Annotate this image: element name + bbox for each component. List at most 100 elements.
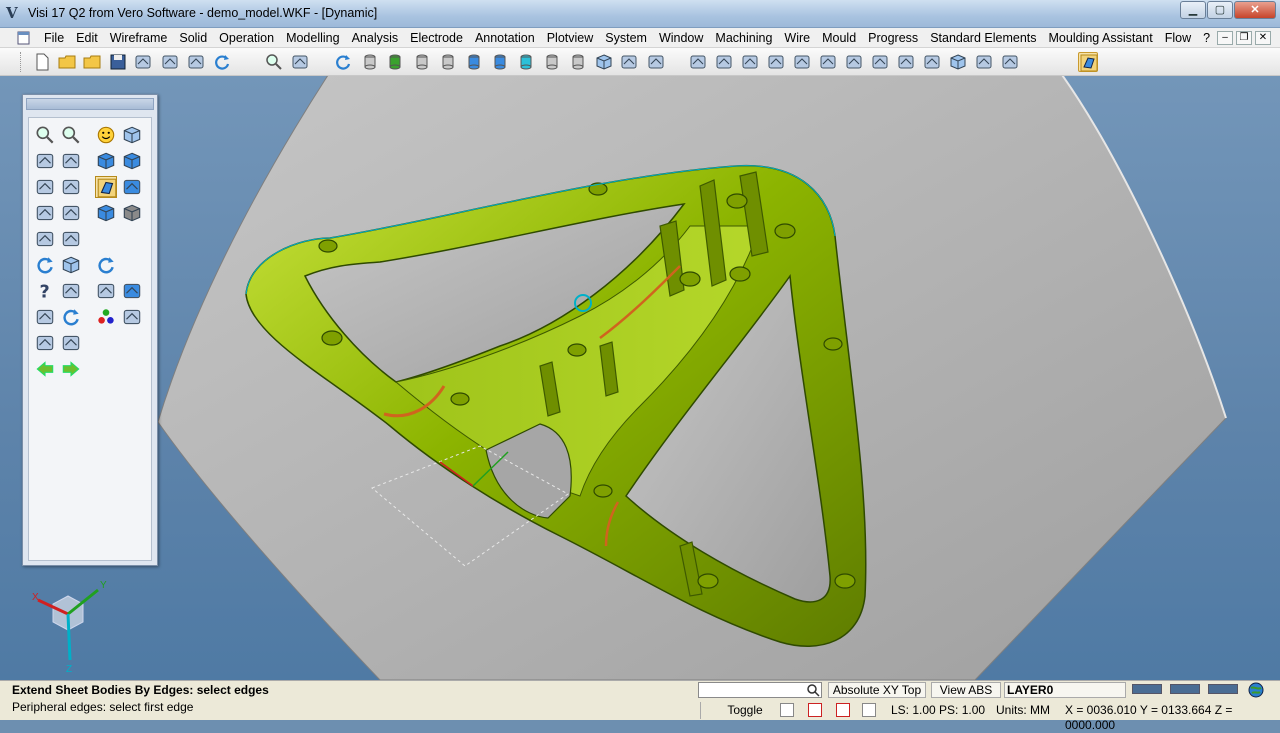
arrow-left-icon[interactable] (34, 358, 56, 380)
menu-annotation[interactable]: Annotation (469, 30, 541, 46)
cut-icon[interactable] (619, 52, 639, 72)
cylinder-blue-icon[interactable] (464, 52, 484, 72)
palette-caption-bar[interactable] (26, 98, 154, 110)
color-swatch-1[interactable] (1132, 684, 1162, 694)
maximize-button[interactable]: ▢ (1207, 1, 1233, 19)
curved-arrow-icon[interactable] (95, 254, 117, 276)
view-abs-select[interactable]: View ABS (931, 682, 1001, 698)
cylinder-green-icon[interactable] (385, 52, 405, 72)
arrows-blue-icon[interactable] (121, 280, 143, 302)
menu-window[interactable]: Window (653, 30, 709, 46)
extend-sheet-icon[interactable] (1078, 52, 1098, 72)
cube-grey-icon[interactable] (121, 202, 143, 224)
open-file-icon[interactable] (57, 52, 77, 72)
zoom-window-icon[interactable] (34, 124, 56, 146)
revolve-icon[interactable] (714, 52, 734, 72)
colour-dots-icon[interactable] (95, 306, 117, 328)
document-icon[interactable] (16, 31, 32, 45)
view-orientation-select[interactable]: Absolute XY Top (828, 682, 926, 698)
import-icon[interactable] (186, 52, 206, 72)
bracket-icon[interactable] (60, 280, 82, 302)
pencil-icon[interactable] (121, 306, 143, 328)
knife-icon[interactable] (60, 150, 82, 172)
mdi-minimize-button[interactable]: – (1217, 31, 1233, 45)
print-icon[interactable] (133, 52, 153, 72)
curve-icon[interactable] (870, 52, 890, 72)
menu-flow[interactable]: Flow (1159, 30, 1197, 46)
trash-icon[interactable] (34, 306, 56, 328)
layer-select[interactable]: LAYER0 (1004, 682, 1126, 698)
cylinder-striped-icon[interactable] (568, 52, 588, 72)
filter-toggle-icon[interactable] (862, 703, 876, 717)
menu-solid[interactable]: Solid (173, 30, 213, 46)
surface-icon[interactable] (818, 52, 838, 72)
menu-wireframe[interactable]: Wireframe (104, 30, 174, 46)
vector-icon[interactable] (34, 202, 56, 224)
menu-file[interactable]: File (38, 30, 70, 46)
loft-icon[interactable] (766, 52, 786, 72)
menu-machining[interactable]: Machining (709, 30, 778, 46)
color-swatch-2[interactable] (1170, 684, 1200, 694)
mdi-close-button[interactable]: ✕ (1255, 31, 1271, 45)
menu-plotview[interactable]: Plotview (541, 30, 600, 46)
toolbar-grip[interactable] (20, 52, 23, 72)
menu-analysis[interactable]: Analysis (346, 30, 405, 46)
globe-icon[interactable] (1248, 682, 1264, 698)
cylinder-icon[interactable] (542, 52, 562, 72)
cube-icon[interactable] (594, 52, 614, 72)
hammer-icon[interactable] (34, 332, 56, 354)
eraser-icon[interactable] (60, 202, 82, 224)
3d-viewport[interactable]: X Y Z (0, 76, 1280, 680)
menu-standard-elements[interactable]: Standard Elements (924, 30, 1042, 46)
menu-help[interactable]: ? (1197, 30, 1216, 46)
undo-arrows-icon[interactable] (60, 306, 82, 328)
image-icon[interactable] (60, 332, 82, 354)
solid-cube-icon[interactable] (948, 52, 968, 72)
extend-sheet-active-icon[interactable] (95, 176, 117, 198)
sweep-icon[interactable] (740, 52, 760, 72)
search-icon[interactable] (806, 683, 820, 697)
arrow-right-icon[interactable] (60, 358, 82, 380)
cylinder-cyan-icon[interactable] (516, 52, 536, 72)
title-bar[interactable]: V Visi 17 Q2 from Vero Software - demo_m… (0, 0, 1280, 28)
measure-icon[interactable] (60, 124, 82, 146)
zoom-icon[interactable] (264, 52, 284, 72)
cylinder-icon[interactable] (438, 52, 458, 72)
cylinder-icon[interactable] (360, 52, 380, 72)
menu-system[interactable]: System (599, 30, 653, 46)
command-search-input[interactable] (698, 682, 822, 698)
wire-cube-icon[interactable] (121, 124, 143, 146)
pipe-icon[interactable] (844, 52, 864, 72)
refresh-icon[interactable] (212, 52, 232, 72)
layers-icon[interactable] (34, 228, 56, 250)
cube-blue-icon[interactable] (95, 202, 117, 224)
sheet-blue-icon[interactable] (121, 176, 143, 198)
solid-cube-icon[interactable] (60, 254, 82, 276)
mesh-icon[interactable] (792, 52, 812, 72)
snap-toggle-icon[interactable] (808, 703, 822, 717)
save-icon[interactable] (108, 52, 128, 72)
shell-icon[interactable] (922, 52, 942, 72)
trim-icon[interactable] (1000, 52, 1020, 72)
folded-sheet-icon[interactable] (60, 176, 82, 198)
grid-icon[interactable] (646, 52, 666, 72)
mdi-restore-button[interactable]: ❐ (1236, 31, 1252, 45)
menu-modelling[interactable]: Modelling (280, 30, 346, 46)
open-folder-icon[interactable] (82, 52, 102, 72)
cube-blue-icon[interactable] (121, 150, 143, 172)
new-file-icon[interactable] (32, 52, 52, 72)
extend-icon[interactable] (974, 52, 994, 72)
offset-icon[interactable] (896, 52, 916, 72)
menu-progress[interactable]: Progress (862, 30, 924, 46)
toggle-button[interactable]: Toggle (720, 703, 770, 719)
menu-operation[interactable]: Operation (213, 30, 280, 46)
cylinder-blue-icon[interactable] (490, 52, 510, 72)
stack-icon[interactable] (60, 228, 82, 250)
color-swatch-3[interactable] (1208, 684, 1238, 694)
cylinder-icon[interactable] (412, 52, 432, 72)
ortho-toggle-icon[interactable] (836, 703, 850, 717)
help-icon[interactable]: ? (34, 280, 56, 303)
menu-edit[interactable]: Edit (70, 30, 104, 46)
cube-blue-icon[interactable] (95, 150, 117, 172)
menu-electrode[interactable]: Electrode (404, 30, 469, 46)
